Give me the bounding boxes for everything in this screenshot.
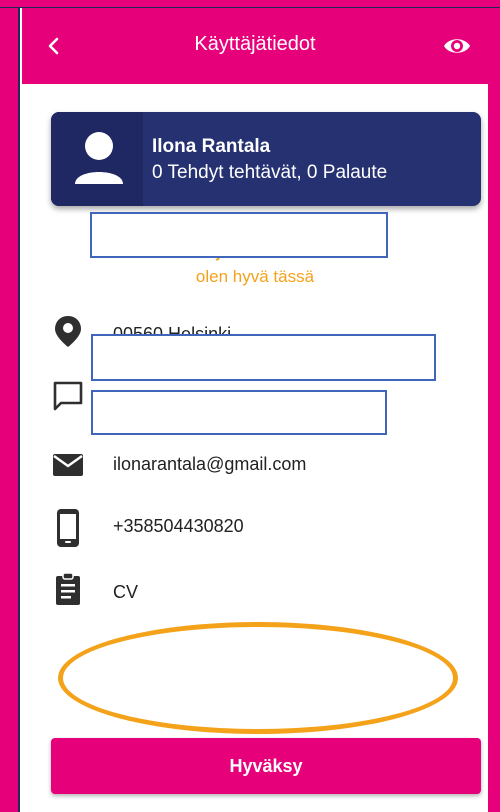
location-pin-icon — [52, 314, 84, 348]
app-header: Käyttäjätiedot — [22, 8, 488, 84]
user-details-content: Ilona Rantala 0 Tehdyt tehtävät, 0 Palau… — [22, 84, 488, 812]
user-name: Ilona Rantala — [152, 136, 271, 157]
redaction-box — [91, 390, 387, 435]
phone-text[interactable]: +358504430820 — [113, 516, 244, 537]
frame-right-border — [488, 0, 500, 812]
accept-button[interactable]: Hyväksy — [51, 738, 481, 794]
message-icon[interactable] — [52, 380, 84, 414]
eye-icon[interactable] — [442, 32, 472, 60]
person-icon — [73, 130, 125, 188]
comment-text: olen hyvä tässä — [195, 267, 315, 286]
user-stats: 0 Tehdyt tehtävät, 0 Palaute — [152, 162, 388, 183]
email-icon[interactable] — [52, 448, 84, 482]
page-title: Käyttäjätiedot — [194, 33, 316, 55]
clipboard-icon[interactable] — [52, 572, 84, 606]
avatar — [51, 112, 143, 206]
email-text[interactable]: ilonarantala@gmail.com — [113, 454, 306, 475]
cv-link[interactable]: CV — [113, 582, 138, 603]
redaction-box — [90, 212, 388, 258]
frame-top-border — [0, 0, 500, 8]
frame-left-border — [0, 0, 20, 812]
redaction-box — [91, 334, 436, 381]
phone-icon[interactable] — [52, 508, 84, 548]
user-card: Ilona Rantala 0 Tehdyt tehtävät, 0 Palau… — [51, 112, 481, 206]
